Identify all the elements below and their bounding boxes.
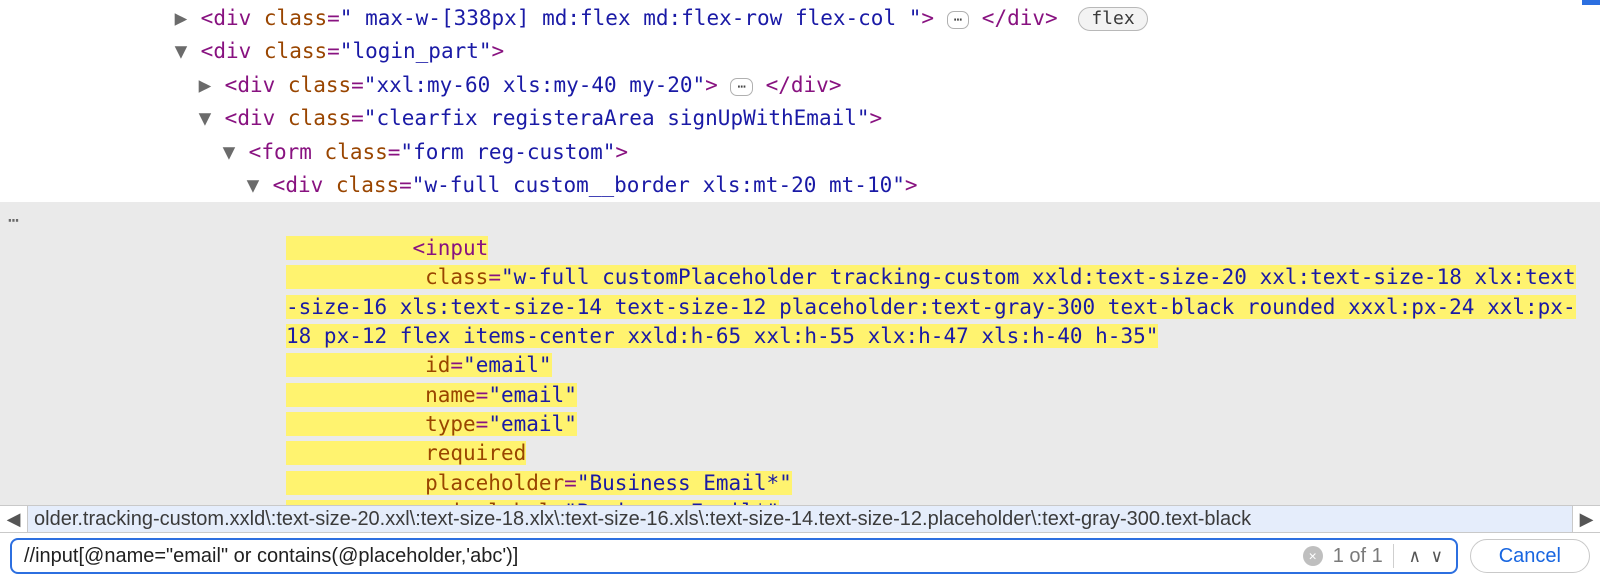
collapse-icon[interactable]: ▼ xyxy=(222,138,236,167)
search-input[interactable] xyxy=(22,544,1303,569)
selected-dom-node[interactable]: ⋯ <input class="w-full customPlaceholder… xyxy=(0,202,1600,505)
expand-icon[interactable]: ▶ xyxy=(174,4,188,33)
clear-search-icon[interactable]: ✕ xyxy=(1303,546,1323,566)
ellipsis-icon[interactable]: ⋯ xyxy=(947,11,969,29)
breadcrumb: ◀ older.tracking-custom.xxld\:text-size-… xyxy=(0,505,1600,533)
collapse-icon[interactable]: ▼ xyxy=(174,37,188,66)
search-box: ✕ 1 of 1 ∧ ∨ xyxy=(10,538,1458,574)
dom-node[interactable]: ▶ <div class="xxl:my-60 xls:my-40 my-20"… xyxy=(0,69,1600,102)
active-tab-indicator xyxy=(1582,0,1600,5)
dom-tree[interactable]: ▶ <div class=" max-w-[338px] md:flex md:… xyxy=(0,0,1600,505)
dom-node[interactable]: ▶ <div class=" max-w-[338px] md:flex md:… xyxy=(0,2,1600,35)
expand-icon[interactable]: ▶ xyxy=(198,71,212,100)
gutter-menu-icon[interactable]: ⋯ xyxy=(8,208,21,233)
match-count: 1 of 1 xyxy=(1333,545,1383,568)
prev-match-icon[interactable]: ∧ xyxy=(1404,546,1426,567)
dom-node[interactable]: ▼ <form class="form reg-custom"> xyxy=(0,136,1600,169)
dom-node[interactable]: ▼ <div class="w-full custom__border xls:… xyxy=(0,169,1600,202)
breadcrumb-scroll-left-icon[interactable]: ◀ xyxy=(0,506,28,532)
collapse-icon[interactable]: ▼ xyxy=(246,171,260,200)
dom-node[interactable]: ▼ <div class="login_part"> xyxy=(0,35,1600,68)
breadcrumb-scroll-right-icon[interactable]: ▶ xyxy=(1572,506,1600,532)
dom-node[interactable]: ▼ <div class="clearfix registeraArea sig… xyxy=(0,102,1600,135)
breadcrumb-text[interactable]: older.tracking-custom.xxld\:text-size-20… xyxy=(28,508,1572,531)
cancel-button[interactable]: Cancel xyxy=(1470,539,1590,573)
collapse-icon[interactable]: ▼ xyxy=(198,104,212,133)
divider xyxy=(1393,544,1394,568)
next-match-icon[interactable]: ∨ xyxy=(1426,546,1448,567)
ellipsis-icon[interactable]: ⋯ xyxy=(730,78,752,96)
find-bar: ✕ 1 of 1 ∧ ∨ Cancel xyxy=(0,533,1600,581)
flex-badge[interactable]: flex xyxy=(1078,7,1147,31)
